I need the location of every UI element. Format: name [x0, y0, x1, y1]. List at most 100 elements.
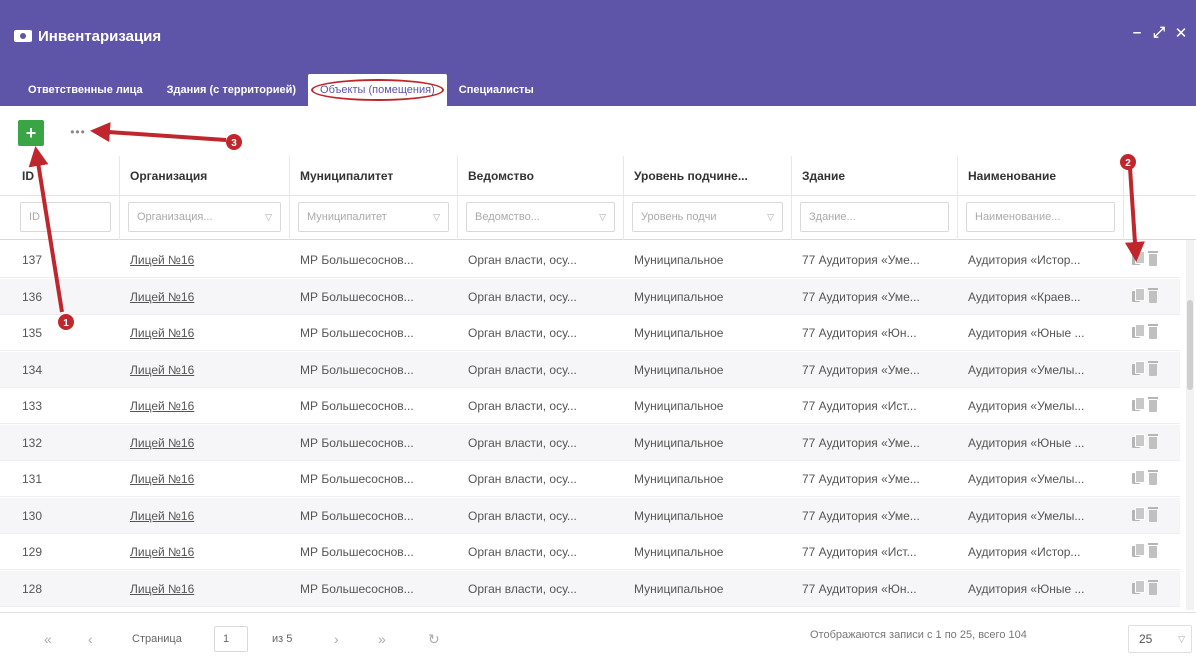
- prev-page-button[interactable]: ‹: [88, 629, 93, 649]
- minimize-button[interactable]: –: [1130, 24, 1144, 42]
- column-header-org[interactable]: Организация: [120, 156, 290, 196]
- column-header-muni[interactable]: Муниципалитет: [290, 156, 458, 196]
- delete-icon[interactable]: [1147, 324, 1159, 340]
- tab-objects-rooms[interactable]: Объекты (помещения): [308, 74, 447, 106]
- cell-org[interactable]: Лицей №16: [120, 352, 284, 388]
- cell-org[interactable]: Лицей №16: [120, 388, 284, 424]
- page-number-input[interactable]: 1: [214, 626, 248, 652]
- copy-icon[interactable]: [1132, 470, 1145, 486]
- last-page-button[interactable]: »: [378, 629, 386, 649]
- cell-name: Аудитория «Умелы...: [968, 508, 1085, 523]
- cell-org[interactable]: Лицей №16: [120, 425, 284, 461]
- table-row[interactable]: 136 Лицей №16 МР Большесоснов... Орган влас…: [0, 278, 1180, 315]
- delete-icon[interactable]: [1147, 251, 1159, 267]
- cell-name: Аудитория «Юные ...: [968, 435, 1085, 450]
- tab-buildings[interactable]: Здания (с территорией): [155, 74, 308, 106]
- caret-down-icon[interactable]: ▽: [596, 212, 606, 223]
- table-row[interactable]: 132 Лицей №16 МР Большесоснов... Орган влас…: [0, 424, 1180, 461]
- page-size-select[interactable]: 25 ▽: [1128, 625, 1192, 653]
- copy-icon[interactable]: [1132, 287, 1145, 304]
- caret-down-icon[interactable]: ▽: [262, 212, 272, 223]
- filter-input-name[interactable]: Наименование...: [966, 202, 1115, 232]
- delete-icon[interactable]: [1147, 506, 1159, 523]
- delete-icon[interactable]: [1147, 360, 1159, 377]
- table-row[interactable]: 134 Лицей №16 МР Большесоснов... Орган влас…: [0, 351, 1180, 388]
- filter-input-id[interactable]: ID: [20, 202, 111, 232]
- vertical-scrollbar[interactable]: [1186, 240, 1194, 610]
- cell-org[interactable]: Лицей №16: [120, 461, 284, 497]
- caret-down-icon[interactable]: ▽: [430, 212, 440, 223]
- column-header-name[interactable]: Наименование: [958, 156, 1124, 196]
- delete-icon[interactable]: [1147, 543, 1159, 559]
- first-page-button[interactable]: «: [44, 629, 52, 649]
- table-row[interactable]: 137 Лицей №16 МР Большесоснов... Орган влас…: [0, 242, 1180, 278]
- cell-id: 129: [22, 545, 43, 559]
- cell-dept: Орган власти, осу...: [468, 545, 577, 559]
- delete-icon[interactable]: [1147, 397, 1159, 413]
- cell-muni: МР Большесоснов...: [300, 435, 414, 450]
- tab-responsible-persons[interactable]: Ответственные лица: [16, 74, 155, 106]
- delete-icon[interactable]: [1147, 579, 1159, 596]
- copy-icon[interactable]: [1132, 397, 1145, 413]
- cell-muni: МР Большесоснов...: [300, 289, 414, 304]
- filter-input-level[interactable]: Уровень подчи ▽: [632, 202, 783, 232]
- cell-muni: МР Большесоснов...: [300, 326, 414, 340]
- table-row[interactable]: 135 Лицей №16 МР Большесоснов... Орган влас…: [0, 315, 1180, 351]
- copy-icon[interactable]: [1132, 360, 1145, 377]
- filter-input-building[interactable]: Здание...: [800, 202, 949, 232]
- row-actions: [1132, 470, 1159, 486]
- filter-input-dept[interactable]: Ведомство... ▽: [466, 202, 615, 232]
- next-page-button[interactable]: ›: [334, 629, 339, 649]
- delete-icon[interactable]: [1147, 287, 1159, 304]
- cell-building: 77 Аудитория «Ист...: [802, 545, 917, 559]
- copy-icon[interactable]: [1132, 251, 1145, 267]
- table-row[interactable]: 128 Лицей №16 МР Большесоснов... Орган влас…: [0, 570, 1180, 607]
- cell-org[interactable]: Лицей №16: [120, 534, 284, 570]
- delete-icon[interactable]: [1147, 470, 1159, 486]
- table-row[interactable]: 129 Лицей №16 МР Большесоснов... Орган влас…: [0, 534, 1180, 570]
- cell-org[interactable]: Лицей №16: [120, 498, 284, 534]
- copy-icon[interactable]: [1132, 324, 1145, 340]
- add-button[interactable]: +: [18, 120, 44, 146]
- copy-icon[interactable]: [1132, 579, 1145, 596]
- refresh-icon[interactable]: ↻: [428, 629, 440, 649]
- cell-building: 77 Аудитория «Юн...: [802, 581, 917, 596]
- filter-input-org[interactable]: Организация... ▽: [128, 202, 281, 232]
- column-header-id[interactable]: ID: [12, 156, 120, 196]
- title-bar: Инвентаризация – ⤢ ✕: [0, 0, 1196, 72]
- copy-icon[interactable]: [1132, 506, 1145, 523]
- cell-org[interactable]: Лицей №16: [120, 315, 284, 351]
- column-header-dept[interactable]: Ведомство: [458, 156, 624, 196]
- filter-input-muni[interactable]: Муниципалитет ▽: [298, 202, 449, 232]
- cell-dept: Орган власти, осу...: [468, 326, 577, 340]
- filter-placeholder: Организация...: [137, 211, 213, 223]
- table-row[interactable]: 133 Лицей №16 МР Большесоснов... Орган влас…: [0, 388, 1180, 424]
- scrollbar-thumb[interactable]: [1187, 300, 1193, 390]
- cell-muni: МР Большесоснов...: [300, 545, 414, 559]
- cell-org[interactable]: Лицей №16: [120, 279, 284, 315]
- copy-icon[interactable]: [1132, 433, 1145, 450]
- more-menu-button[interactable]: •••: [68, 125, 88, 139]
- row-actions: [1132, 579, 1159, 596]
- row-actions: [1132, 324, 1159, 340]
- copy-icon[interactable]: [1132, 543, 1145, 559]
- maximize-button[interactable]: ⤢: [1152, 24, 1166, 42]
- cell-muni: МР Большесоснов...: [300, 253, 414, 267]
- cell-building: 77 Аудитория «Уме...: [802, 289, 920, 304]
- cell-name: Аудитория «Юные ...: [968, 581, 1085, 596]
- filter-placeholder: ID: [29, 211, 40, 223]
- table-row[interactable]: 130 Лицей №16 МР Большесоснов... Орган влас…: [0, 497, 1180, 534]
- cell-org[interactable]: Лицей №16: [120, 242, 284, 278]
- tab-specialists[interactable]: Специалисты: [447, 74, 546, 106]
- column-header-level[interactable]: Уровень подчине...: [624, 156, 792, 196]
- tab-label: Здания (с территорией): [166, 84, 297, 96]
- cell-building: 77 Аудитория «Уме...: [802, 472, 920, 486]
- column-header-building[interactable]: Здание: [792, 156, 958, 196]
- caret-down-icon[interactable]: ▽: [764, 212, 774, 223]
- table-row[interactable]: 131 Лицей №16 МР Большесоснов... Орган влас…: [0, 461, 1180, 497]
- close-button[interactable]: ✕: [1174, 24, 1188, 42]
- cell-org[interactable]: Лицей №16: [120, 571, 284, 607]
- cell-id: 130: [22, 508, 43, 523]
- delete-icon[interactable]: [1147, 433, 1159, 450]
- filter-placeholder: Муниципалитет: [307, 211, 387, 223]
